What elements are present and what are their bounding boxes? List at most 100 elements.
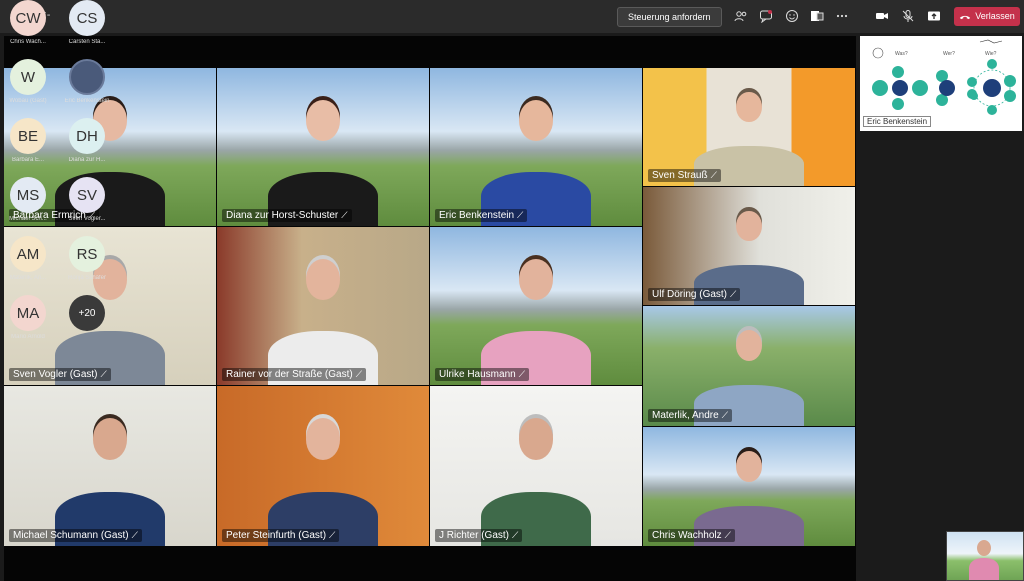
roster-participant[interactable]: MS Michael Sch... (0, 177, 56, 222)
mic-muted-icon: ⟋ (100, 369, 107, 379)
roster-participant[interactable]: SV Sven Vogler... (59, 177, 115, 222)
participant-head (305, 99, 341, 141)
roster-participant[interactable]: +20 (59, 295, 115, 334)
avatar-initials: W (10, 59, 46, 95)
participant-name-label: Rainer vor der Straße (Gast) ⟋ (222, 368, 367, 381)
video-tile[interactable]: J Richter (Gast) ⟋ (430, 386, 642, 546)
video-tile[interactable]: Diana zur Horst-Schuster ⟋ (217, 68, 429, 226)
roster-name: Materlik, An... (9, 275, 47, 281)
participant-head (736, 210, 762, 242)
mic-muted-icon: ⟋ (710, 170, 717, 180)
participant-name: Materlik, Andre (652, 410, 719, 421)
avatar-initials: BE (10, 118, 46, 154)
mic-muted-icon: ⟋ (517, 210, 524, 220)
mic-muted-icon: ⟋ (131, 530, 138, 540)
avatar-initials: CW (10, 0, 46, 36)
roster-participant[interactable]: MA Mario Arnold (0, 295, 56, 340)
whiteboard-icon[interactable] (809, 8, 825, 24)
mic-muted-icon[interactable] (900, 8, 916, 24)
roster-participant[interactable]: BE Barbara E... (0, 118, 56, 163)
avatar-photo (69, 59, 105, 95)
slide-heading-who: Wer? (943, 51, 955, 57)
participant-name-label: Ulrike Hausmann ⟋ (435, 368, 530, 381)
participant-name: Peter Steinfurth (Gast) (226, 530, 327, 541)
video-tile[interactable]: Peter Steinfurth (Gast) ⟋ (217, 386, 429, 546)
roster-participant[interactable]: RS Ronja Schäfer (59, 236, 115, 281)
share-screen-icon[interactable] (926, 8, 942, 24)
participant-head (736, 450, 762, 482)
mic-muted-icon: ⟋ (518, 369, 526, 379)
participant-name-label: Materlik, Andre ⟋ (648, 409, 733, 422)
roster-name: Chris Wach... (10, 39, 46, 45)
reactions-icon[interactable] (784, 8, 800, 24)
roster-participant[interactable]: W Wobau (Gast) (0, 59, 56, 104)
roster-participant[interactable]: CW Chris Wach... (0, 0, 56, 45)
roster-name: Mario Arnold (11, 334, 45, 340)
leave-button[interactable]: Verlassen (954, 7, 1020, 26)
participant-head (518, 418, 554, 460)
slide-heading-what: Was? (895, 51, 908, 57)
avatar-initials: MS (10, 177, 46, 213)
participant-name: Rainer vor der Straße (Gast) (226, 369, 353, 380)
participant-name-label: Chris Wachholz ⟋ (648, 529, 735, 542)
video-tile[interactable]: Ulrike Hausmann ⟋ (430, 227, 642, 385)
mic-muted-icon: ⟋ (329, 530, 336, 540)
camera-icon[interactable] (874, 8, 890, 24)
chat-icon[interactable] (758, 8, 774, 24)
participant-name-label: Peter Steinfurth (Gast) ⟋ (222, 529, 340, 542)
roster-name: Michael Sch... (9, 216, 47, 222)
participant-name: Sven Vogler (Gast) (13, 369, 98, 380)
mic-muted-icon: ⟋ (730, 289, 737, 299)
phone-icon (960, 15, 971, 19)
avatar-initials: DH (69, 118, 105, 154)
mic-muted-icon: ⟋ (512, 530, 519, 540)
roster-participant[interactable]: CS Carsten Sta... (59, 0, 115, 45)
video-tile[interactable]: Rainer vor der Straße (Gast) ⟋ (217, 227, 429, 385)
video-tile[interactable]: Eric Benkenstein ⟋ (430, 68, 642, 226)
roster-name: Carsten Sta... (68, 39, 106, 45)
participant-head (92, 418, 128, 460)
avatar-initials: AM (10, 236, 46, 272)
participant-name: Sven Strauß (652, 170, 708, 181)
video-tile[interactable]: Ulf Döring (Gast) ⟋ (643, 187, 855, 305)
avatar-initials: RS (69, 236, 105, 272)
people-icon[interactable] (733, 8, 749, 24)
request-control-button[interactable]: Steuerung anfordern (617, 7, 722, 27)
video-tile[interactable]: Materlik, Andre ⟋ (643, 306, 855, 426)
participant-head (305, 418, 341, 460)
participant-name-label: J Richter (Gast) ⟋ (435, 529, 523, 542)
shared-content-thumbnail[interactable]: Was? Wer? Wie? Eric Benkenstein (860, 36, 1022, 131)
roster-participant[interactable]: DH Diana zur H... (59, 118, 115, 163)
leave-label: Verlassen (975, 11, 1015, 21)
video-tile[interactable]: Sven Strauß ⟋ (643, 68, 855, 186)
participant-name: Ulf Döring (Gast) (652, 289, 728, 300)
participant-name-label: Ulf Döring (Gast) ⟋ (648, 288, 741, 301)
mic-muted-icon: ⟋ (721, 410, 729, 420)
avatar-initials: MA (10, 295, 46, 331)
meeting-toolbar: -:- Steuerung anfordern Verlassen (0, 0, 1024, 33)
participant-name: Diana zur Horst-Schuster (226, 210, 339, 221)
roster-name: Diana zur H... (68, 157, 106, 163)
more-options-icon[interactable] (834, 8, 850, 24)
roster-participant[interactable]: Eric Benkenstein (59, 59, 115, 104)
avatar-initials: +20 (69, 295, 105, 331)
roster-name: Eric Benkenstein (64, 98, 110, 104)
participant-name-label: Michael Schumann (Gast) ⟋ (9, 529, 142, 542)
roster-participant[interactable]: AM Materlik, An... (0, 236, 56, 281)
video-tile[interactable]: Michael Schumann (Gast) ⟋ (4, 386, 216, 546)
roster-name: Ronja Schäfer (67, 275, 107, 281)
participant-head (518, 258, 554, 300)
participant-head (735, 330, 763, 362)
participant-name: J Richter (Gast) (439, 530, 510, 541)
participant-name-label: Diana zur Horst-Schuster ⟋ (222, 209, 352, 222)
participant-name: Michael Schumann (Gast) (13, 530, 129, 541)
participant-head (305, 258, 341, 300)
video-tile[interactable]: Chris Wachholz ⟋ (643, 427, 855, 546)
participant-name: Eric Benkenstein (439, 210, 515, 221)
slide-heading-how: Wie? (985, 51, 997, 57)
self-preview[interactable] (946, 531, 1024, 581)
roster-name: Sven Vogler... (68, 216, 106, 222)
participant-head (736, 91, 762, 123)
mic-muted-icon: ⟋ (355, 369, 363, 379)
participant-name-label: Sven Strauß ⟋ (648, 169, 721, 182)
